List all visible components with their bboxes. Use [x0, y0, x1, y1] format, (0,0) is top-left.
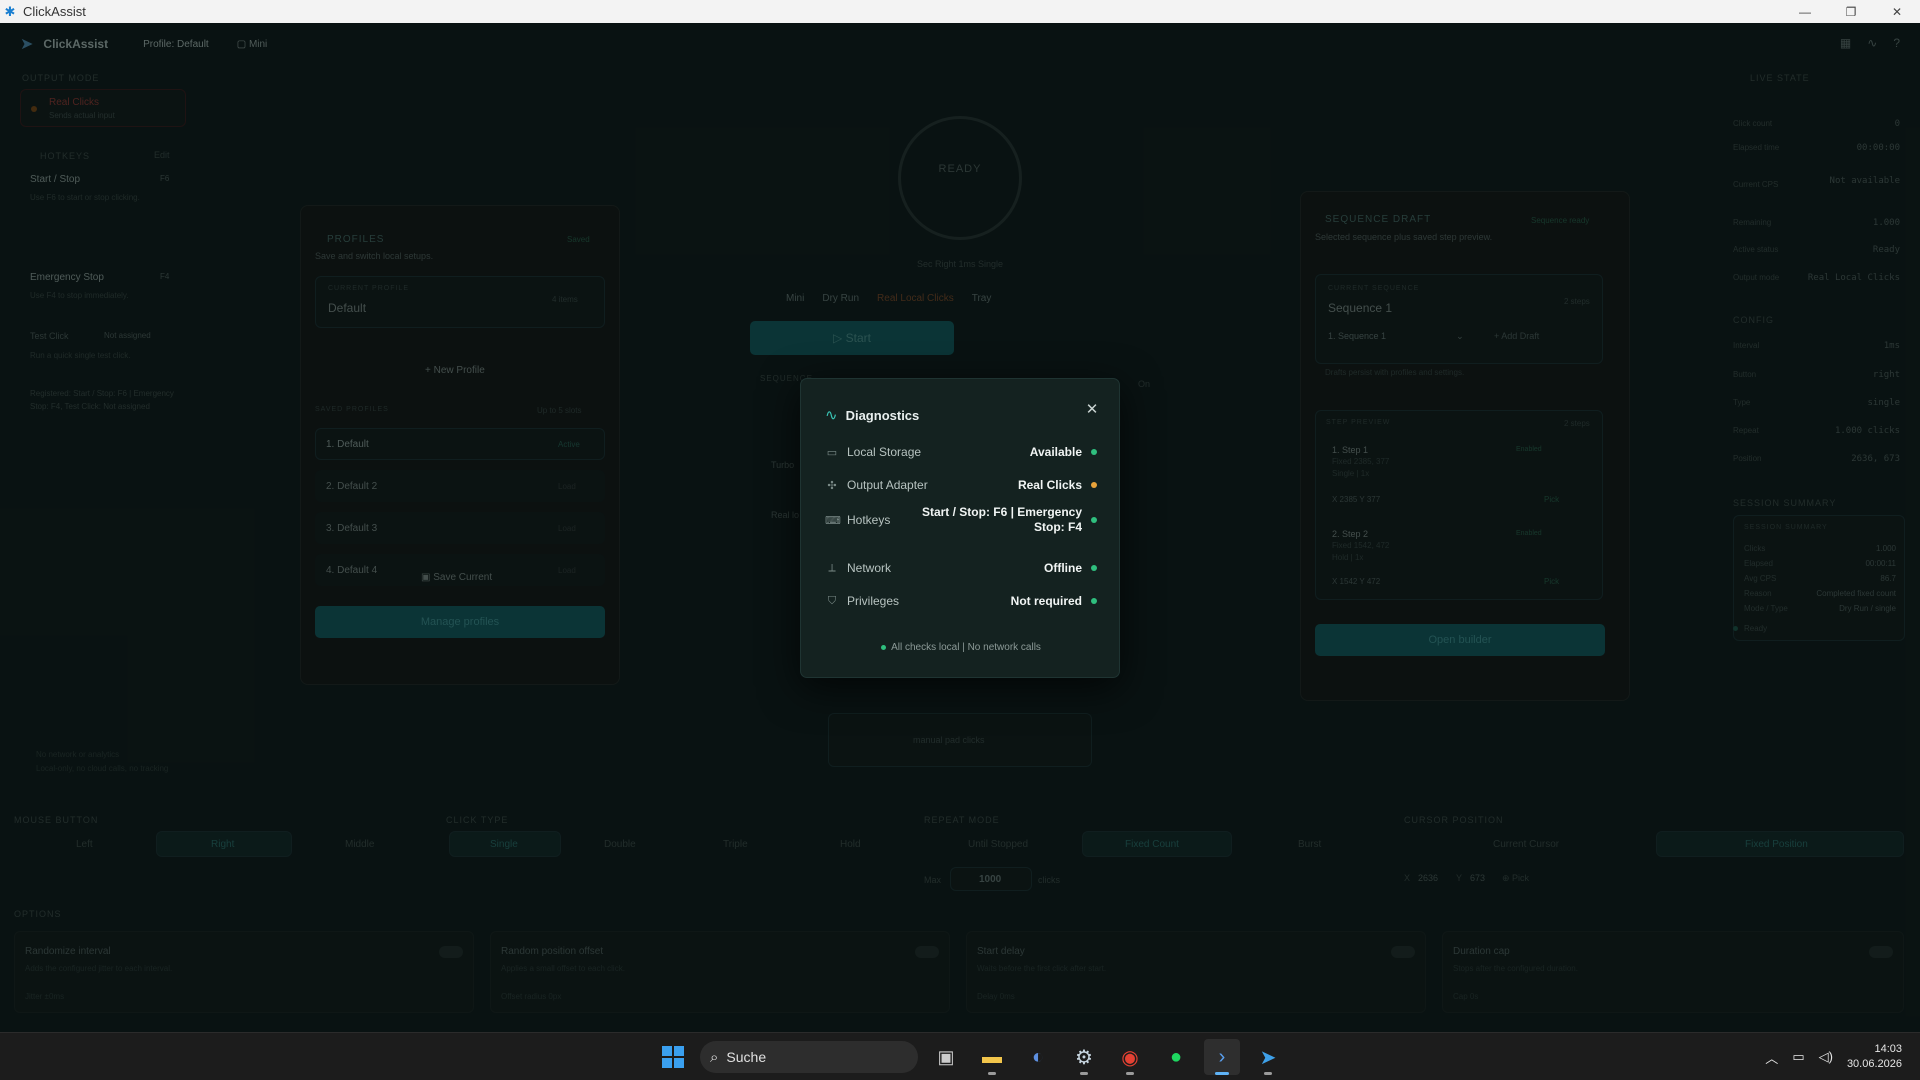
steam-button[interactable]: ⚙ [1066, 1039, 1102, 1075]
status-dot [1091, 482, 1097, 488]
window-controls: — ❐ ✕ [1782, 0, 1920, 23]
keyboard-icon: ⌨ [825, 514, 841, 527]
close-icon[interactable]: ✕ [1083, 401, 1101, 419]
window-titlebar: ✱ ClickAssist — ❐ ✕ [0, 0, 1920, 23]
clock-time: 14:03 [1874, 1043, 1902, 1055]
running-indicator [1215, 1072, 1229, 1075]
blue-app-icon: ◐ [1031, 1045, 1045, 1068]
diag-value: Offline [1044, 561, 1082, 575]
windows-logo-icon [662, 1046, 684, 1068]
powershell-button[interactable]: › [1204, 1039, 1240, 1075]
dialog-title: Diagnostics [845, 407, 920, 423]
diag-label: Output Adapter [847, 478, 928, 492]
spotify-icon: ● [1169, 1045, 1183, 1068]
system-tray: ︿ ▭ ◁) 14:03 30.06.2026 [1765, 1033, 1920, 1080]
network-off-icon: ⟂ [828, 561, 836, 574]
powershell-icon: › [1218, 1045, 1226, 1068]
running-indicator [1126, 1072, 1134, 1075]
pulse-icon: ∿ [825, 407, 838, 424]
diag-value: Real Clicks [1017, 478, 1082, 492]
dialog-footer: All checks local | No network calls [801, 642, 1121, 653]
running-indicator [1080, 1072, 1088, 1075]
chrome-icon: ◉ [1121, 1046, 1139, 1069]
diag-row: ▭ Local Storage Available [825, 445, 1097, 459]
diag-row: ⛉ Privileges Not required [825, 594, 1097, 608]
restore-icon[interactable]: ❐ [1828, 0, 1874, 23]
close-window-icon[interactable]: ✕ [1874, 0, 1920, 23]
diag-label: Hotkeys [847, 513, 891, 527]
ok-dot [881, 644, 887, 650]
storage-icon: ▭ [826, 446, 838, 459]
file-explorer-button[interactable]: ▬ [974, 1039, 1010, 1075]
diag-value: Start / Stop: F6 | Emergency Stop: F4 [921, 505, 1082, 534]
diag-row: ⟂ Network Offline [825, 561, 1097, 575]
spotify-button[interactable]: ● [1158, 1039, 1194, 1075]
chrome-button[interactable]: ◉ [1112, 1039, 1148, 1075]
taskbar: ⌕ Suche ▣ ▬ ◐ ⚙ ◉ ● › ➤ ︿ ▭ ◁) 14:03 30.… [0, 1032, 1920, 1080]
minimize-icon[interactable]: — [1782, 0, 1828, 23]
diag-value: Available [1029, 445, 1082, 459]
taskbar-search[interactable]: ⌕ Suche [700, 1041, 918, 1073]
search-icon: ⌕ [710, 1048, 719, 1066]
diag-label: Network [847, 561, 892, 575]
cursor-app-icon: ➤ [1259, 1046, 1277, 1069]
shield-icon: ⛉ [827, 594, 837, 607]
steam-icon: ⚙ [1075, 1046, 1093, 1069]
diag-label: Local Storage [847, 445, 922, 459]
diag-value: Not required [1010, 594, 1082, 608]
status-dot [1091, 517, 1097, 523]
diag-label: Privileges [847, 594, 900, 608]
task-view-icon: ▣ [937, 1046, 955, 1067]
running-indicator [1264, 1072, 1272, 1075]
folder-icon: ▬ [982, 1045, 1002, 1068]
clickassist-taskbar-button[interactable]: ➤ [1250, 1039, 1286, 1075]
app-blue-button[interactable]: ◐ [1020, 1039, 1056, 1075]
chevron-up-icon[interactable]: ︿ [1765, 1048, 1778, 1067]
status-dot [1091, 598, 1097, 604]
clock[interactable]: 14:03 30.06.2026 [1847, 1042, 1902, 1072]
network-icon[interactable]: ▭ [1792, 1049, 1804, 1065]
search-label: Suche [726, 1049, 767, 1065]
dialog-footer-text: All checks local | No network calls [891, 642, 1041, 653]
status-dot [1091, 565, 1097, 571]
start-menu-button[interactable] [656, 1040, 690, 1074]
task-view-button[interactable]: ▣ [928, 1039, 964, 1075]
status-dot [1091, 449, 1097, 455]
window-title: ClickAssist [23, 4, 86, 19]
app-cursor-icon: ✱ [4, 3, 16, 19]
taskbar-center: ⌕ Suche ▣ ▬ ◐ ⚙ ◉ ● › ➤ [656, 1039, 1286, 1075]
dialog-header: ∿ Diagnostics [825, 406, 919, 424]
running-indicator [988, 1072, 996, 1075]
diagnostics-dialog: ∿ Diagnostics ✕ ▭ Local Storage Availabl… [800, 378, 1120, 678]
diag-row: ✣ Output Adapter Real Clicks [825, 478, 1097, 492]
clock-date: 30.06.2026 [1846, 1058, 1902, 1070]
volume-icon[interactable]: ◁) [1819, 1049, 1833, 1065]
diag-row: ⌨ Hotkeys Start / Stop: F6 | Emergency S… [825, 505, 1097, 535]
adapter-icon: ✣ [827, 479, 837, 492]
